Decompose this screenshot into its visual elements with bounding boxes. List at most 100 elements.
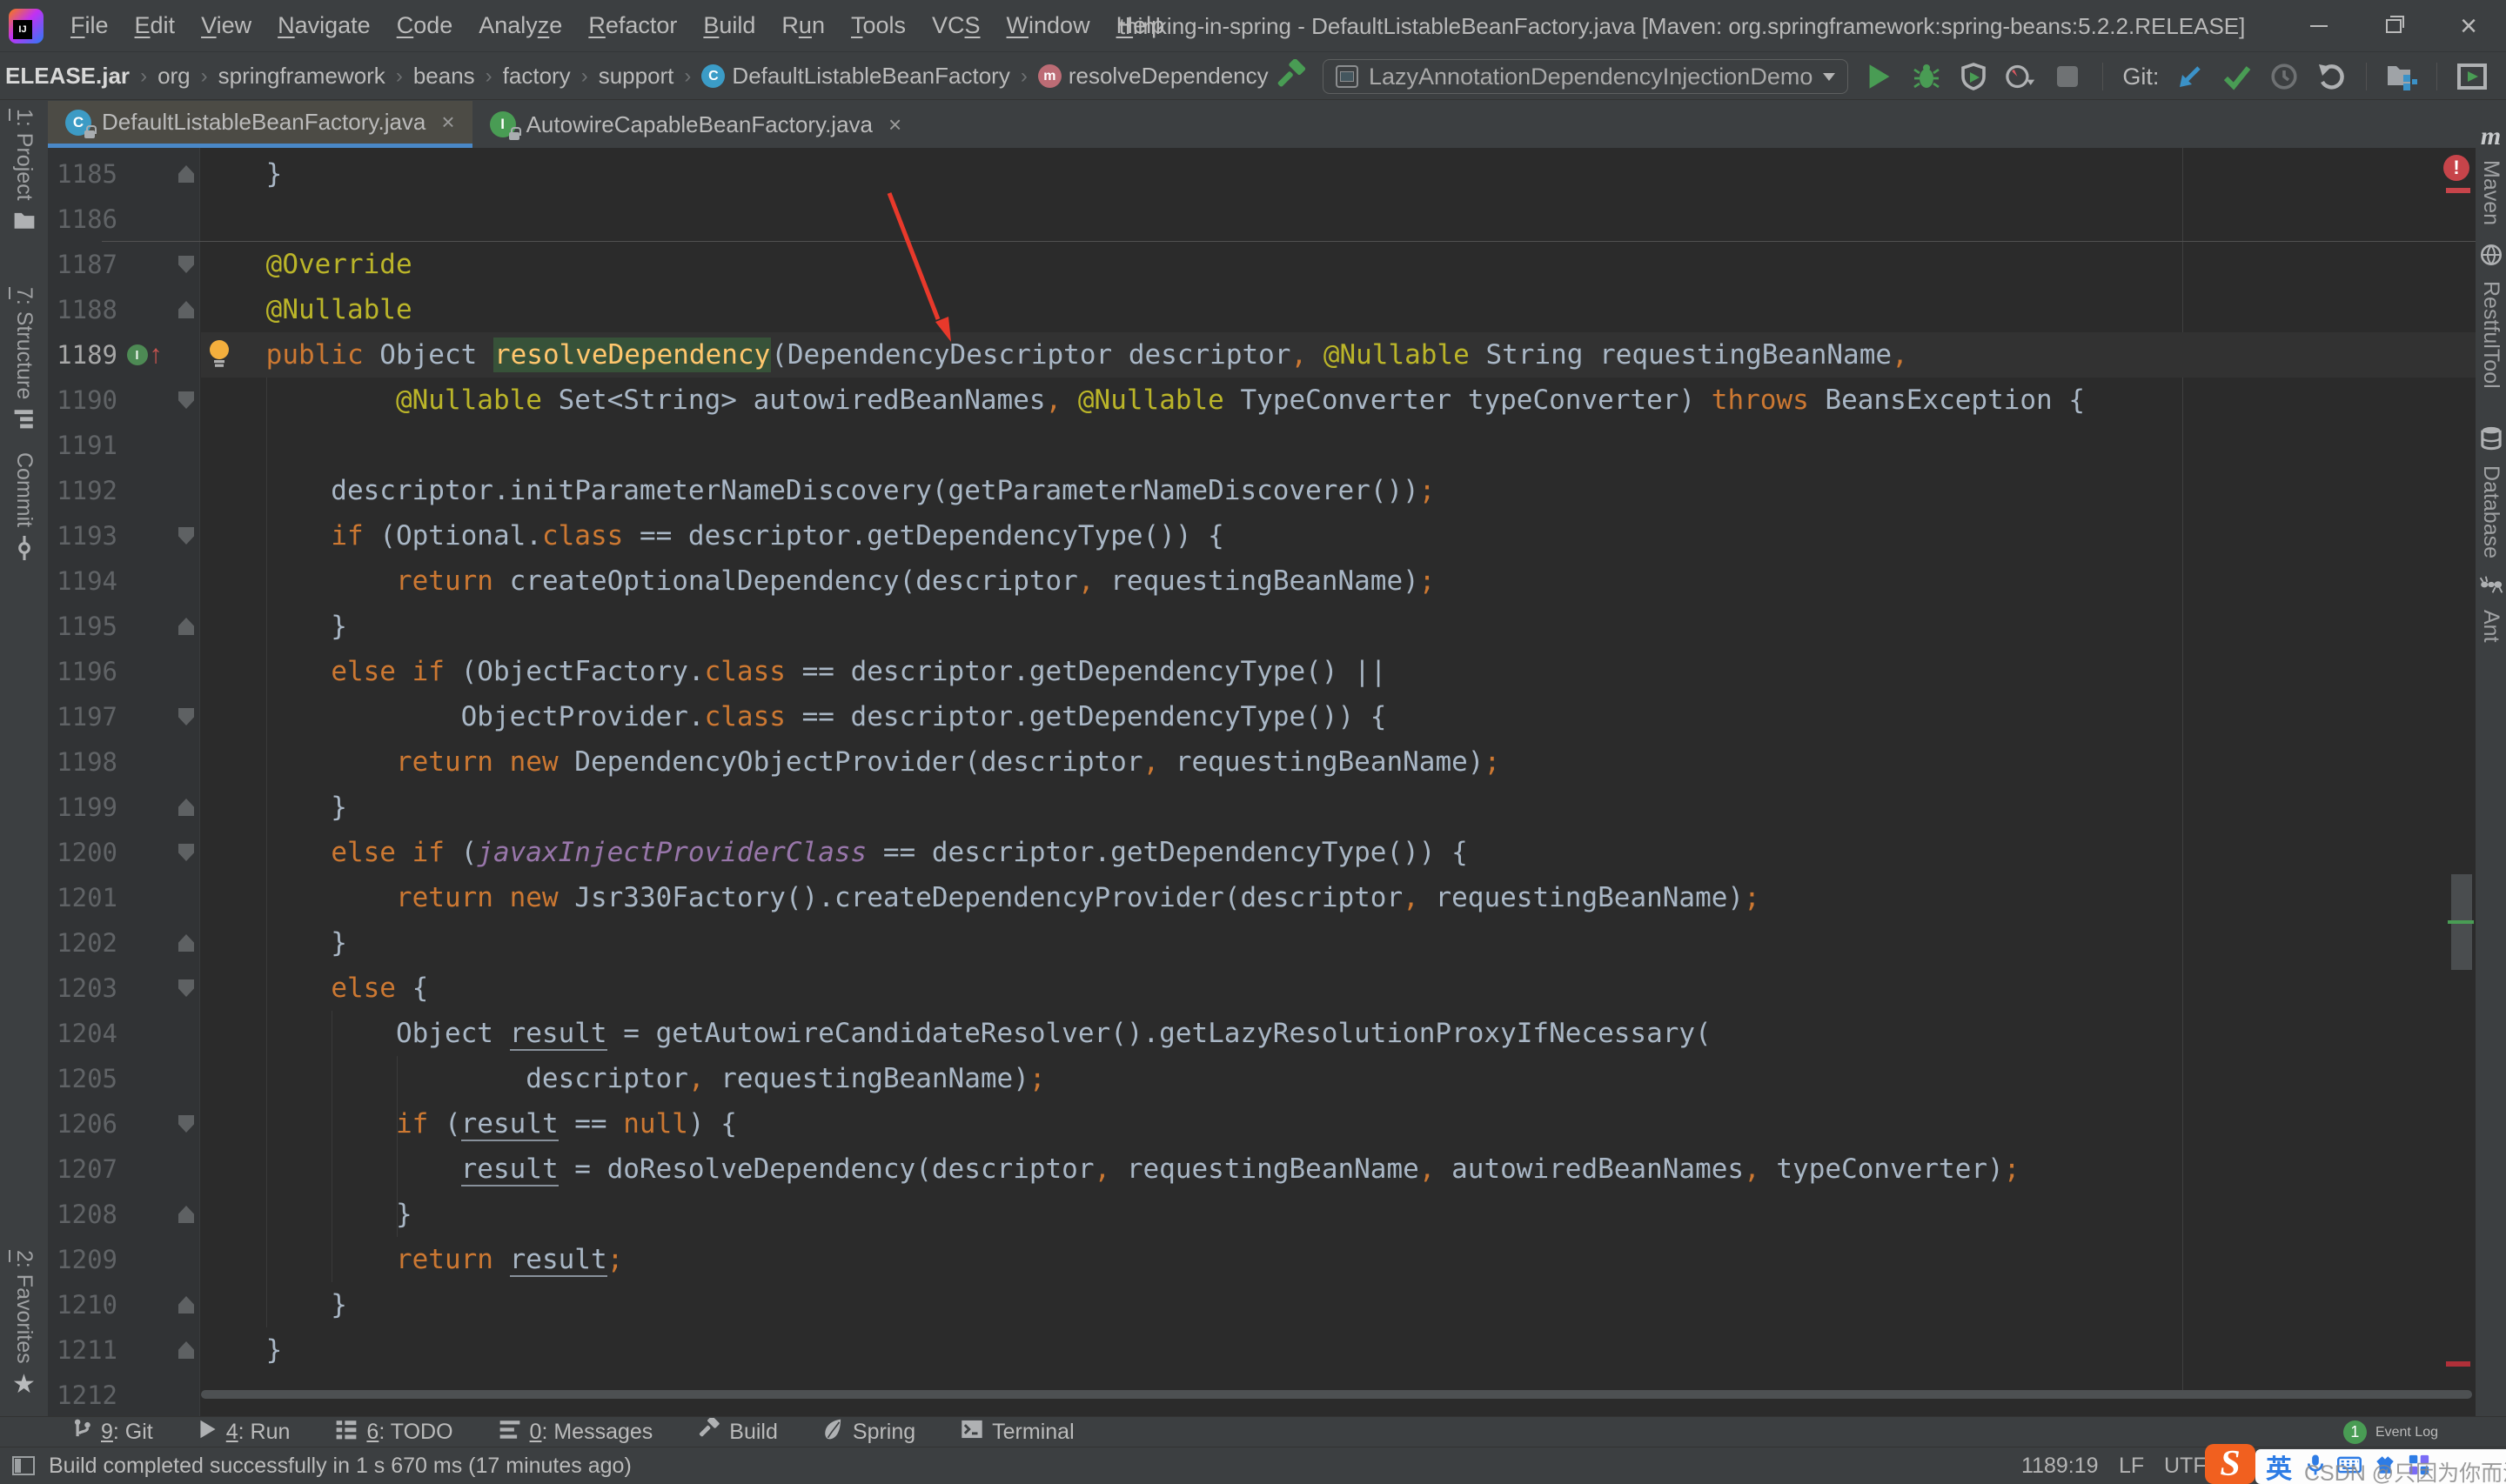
- toolwindow-toggle-icon[interactable]: [12, 1456, 35, 1475]
- maximize-button[interactable]: [2356, 0, 2431, 52]
- overrides-method-icon[interactable]: ↑: [150, 342, 163, 368]
- code-line-1203[interactable]: 1203 else {: [48, 966, 2476, 1011]
- code-line-1205[interactable]: 1205 descriptor, requestingBeanName);: [48, 1056, 2476, 1101]
- code-line-1188[interactable]: 1188 @Nullable: [48, 287, 2476, 332]
- breadcrumb-item-org[interactable]: org: [157, 63, 191, 90]
- code-line-1196[interactable]: 1196 else if (ObjectFactory.class == des…: [48, 649, 2476, 694]
- fold-marker-icon[interactable]: [178, 1296, 194, 1314]
- tool-stripe-button-maven[interactable]: m Maven: [2476, 122, 2506, 225]
- menu-item-navigate[interactable]: Navigate: [265, 12, 384, 39]
- code-line-1197[interactable]: 1197 ObjectProvider.class == descriptor.…: [48, 694, 2476, 739]
- fold-marker-icon[interactable]: [178, 799, 194, 816]
- profiler-button[interactable]: [2005, 61, 2036, 92]
- menu-item-run[interactable]: Run: [768, 12, 838, 39]
- code-line-1186[interactable]: 1186: [48, 197, 2476, 242]
- toolwindow-button-build[interactable]: Build: [698, 1415, 778, 1447]
- code-line-1195[interactable]: 1195 }: [48, 604, 2476, 649]
- menu-item-refactor[interactable]: Refactor: [575, 12, 690, 39]
- code-line-1207[interactable]: 1207 result = doResolveDependency(descri…: [48, 1146, 2476, 1192]
- run-configuration-select[interactable]: LazyAnnotationDependencyInjectionDemo: [1323, 59, 1849, 94]
- fold-marker-icon[interactable]: [178, 256, 194, 273]
- horizontal-scrollbar[interactable]: [201, 1390, 2472, 1399]
- breadcrumb-item-factory[interactable]: factory: [503, 63, 571, 90]
- fold-marker-icon[interactable]: [178, 1115, 194, 1133]
- ime-logo[interactable]: S: [2205, 1444, 2255, 1484]
- breadcrumb-item-resolvedependency[interactable]: m resolveDependency: [1037, 63, 1269, 90]
- code-line-1208[interactable]: 1208 }: [48, 1192, 2476, 1237]
- ime-language-indicator[interactable]: 英: [2266, 1447, 2292, 1484]
- code-line-1201[interactable]: 1201 return new Jsr330Factory().createDe…: [48, 875, 2476, 920]
- code-line-1190[interactable]: 1190 @Nullable Set<String> autowiredBean…: [48, 378, 2476, 423]
- toolwindow-button-4-run[interactable]: 4: Run: [198, 1419, 290, 1446]
- commit-button[interactable]: [2221, 61, 2253, 92]
- tool-stripe-button-commit[interactable]: Commit: [0, 452, 48, 566]
- tool-stripe-button-2-favorites[interactable]: 2: Favorites ★: [0, 1250, 48, 1399]
- code-line-1198[interactable]: 1198 return new DependencyObjectProvider…: [48, 739, 2476, 785]
- implementing-method-icon[interactable]: I: [126, 344, 148, 365]
- fold-marker-icon[interactable]: [178, 527, 194, 545]
- coverage-button[interactable]: [1958, 61, 1989, 92]
- rollback-button[interactable]: [2315, 61, 2347, 92]
- code-line-1200[interactable]: 1200 else if (javaxInjectProviderClass =…: [48, 830, 2476, 875]
- run-button[interactable]: [1864, 61, 1895, 92]
- code-line-1202[interactable]: 1202 }: [48, 920, 2476, 966]
- fold-marker-icon[interactable]: [178, 618, 194, 635]
- tab-defaultlistablebeanfactory[interactable]: C DefaultListableBeanFactory.java ×: [48, 101, 472, 148]
- menu-item-file[interactable]: File: [57, 12, 122, 39]
- code-line-1185[interactable]: 1185 }: [48, 151, 2476, 197]
- line-separator[interactable]: LF: [2119, 1447, 2144, 1484]
- code-line-1187[interactable]: 1187 @Override: [48, 242, 2476, 287]
- minimize-button[interactable]: [2282, 0, 2356, 52]
- tab-autowirecapablebeanfactory[interactable]: I AutowireCapableBeanFactory.java ×: [472, 101, 920, 148]
- tab-close-icon[interactable]: ×: [441, 109, 454, 136]
- toolwindow-button-9-git[interactable]: 9: Git: [71, 1418, 153, 1447]
- error-stripe-mark[interactable]: [2446, 1361, 2470, 1367]
- fold-marker-icon[interactable]: [178, 708, 194, 725]
- menu-item-code[interactable]: Code: [384, 12, 466, 39]
- code-line-1209[interactable]: 1209 return result;: [48, 1237, 2476, 1282]
- toolwindow-button-6-todo[interactable]: 6: TODO: [335, 1419, 453, 1446]
- project-structure-button[interactable]: [2386, 61, 2418, 92]
- run-anything-button[interactable]: [2456, 61, 2488, 92]
- code-line-1192[interactable]: 1192 descriptor.initParameterNameDiscove…: [48, 468, 2476, 513]
- file-encoding[interactable]: UTF: [2164, 1447, 2207, 1484]
- tool-stripe-button-1-project[interactable]: 1: Project: [0, 109, 48, 237]
- fold-marker-icon[interactable]: [178, 934, 194, 952]
- fold-marker-icon[interactable]: [178, 979, 194, 997]
- tool-stripe-button-7-structure[interactable]: 7: Structure: [0, 287, 48, 435]
- debug-button[interactable]: [1911, 61, 1942, 92]
- code-editor[interactable]: 1185 } 1186 1187 @Override 1188 @Nullable 11…: [48, 148, 2476, 1416]
- close-button[interactable]: ×: [2431, 0, 2506, 52]
- menu-item-build[interactable]: Build: [690, 12, 768, 39]
- code-line-1191[interactable]: 1191: [48, 423, 2476, 468]
- toolwindow-button-spring[interactable]: Spring: [823, 1418, 915, 1447]
- caret-position[interactable]: 1189:19: [2021, 1447, 2099, 1484]
- error-indicator[interactable]: !: [2443, 155, 2469, 181]
- fold-marker-icon[interactable]: [178, 391, 194, 409]
- code-line-1194[interactable]: 1194 return createOptionalDependency(des…: [48, 558, 2476, 604]
- code-line-1204[interactable]: 1204 Object result = getAutowireCandidat…: [48, 1011, 2476, 1056]
- toolwindow-button-terminal[interactable]: Terminal: [961, 1419, 1075, 1446]
- fold-marker-icon[interactable]: [178, 844, 194, 861]
- fold-marker-icon[interactable]: [178, 165, 194, 183]
- menu-item-analyze[interactable]: Analyze: [466, 12, 575, 39]
- menu-item-vcs[interactable]: VCS: [919, 12, 994, 39]
- code-line-1206[interactable]: 1206 if (result == null) {: [48, 1101, 2476, 1146]
- code-line-1199[interactable]: 1199 }: [48, 785, 2476, 830]
- fold-marker-icon[interactable]: [178, 301, 194, 318]
- breadcrumb-item-defaultlistablebeanfactory[interactable]: C DefaultListableBeanFactory: [701, 63, 1010, 90]
- fold-marker-icon[interactable]: [178, 1341, 194, 1359]
- fold-marker-icon[interactable]: [178, 1206, 194, 1223]
- menu-item-window[interactable]: Window: [994, 12, 1103, 39]
- menu-item-tools[interactable]: Tools: [838, 12, 919, 39]
- code-line-1211[interactable]: 1211 }: [48, 1327, 2476, 1373]
- menu-item-edit[interactable]: Edit: [122, 12, 189, 39]
- breadcrumb-item-support[interactable]: support: [599, 63, 674, 90]
- tab-close-icon[interactable]: ×: [888, 111, 901, 138]
- update-project-button[interactable]: [2174, 61, 2206, 92]
- tool-stripe-button-ant[interactable]: Ant: [2476, 574, 2506, 643]
- event-log-button[interactable]: 1 Event Log: [2342, 1417, 2438, 1447]
- code-line-1193[interactable]: 1193 if (Optional.class == descriptor.ge…: [48, 513, 2476, 558]
- breadcrumb-item-elease-jar[interactable]: ELEASE.jar: [5, 63, 130, 90]
- breadcrumb-item-beans[interactable]: beans: [413, 63, 475, 90]
